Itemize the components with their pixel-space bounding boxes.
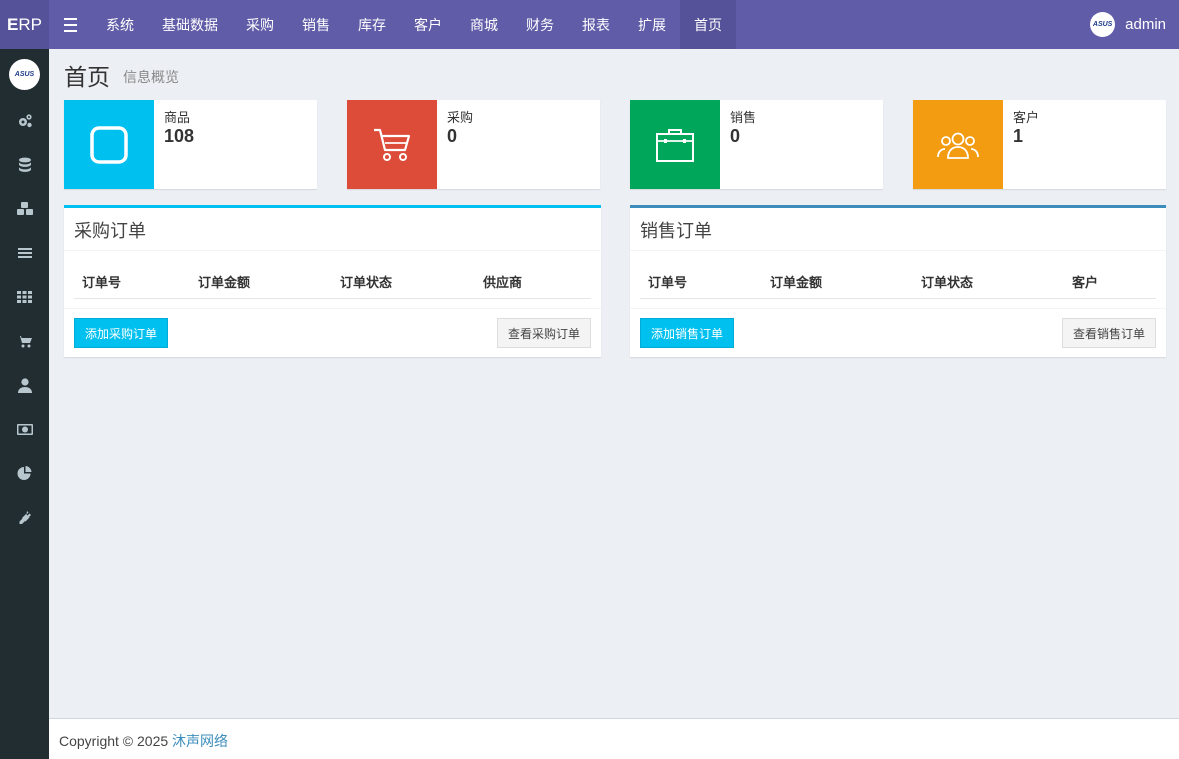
purchase-orders-panel: 采购订单 订单号 订单金额 订单状态 供应商 添加采购订单 查看采购订单 <box>64 205 601 357</box>
stat-label: 采购 <box>447 111 474 126</box>
asus-logo-icon: ASUS <box>1092 21 1113 28</box>
nav-item-finance[interactable]: 财务 <box>512 0 568 49</box>
table-header: 订单号 订单金额 订单状态 供应商 <box>74 268 591 299</box>
nav-item-base-data[interactable]: 基础数据 <box>148 0 232 49</box>
footer: Copyright © 2025 沐声网络 <box>49 718 1179 759</box>
sidebar: ASUS <box>0 49 49 759</box>
square-icon <box>64 100 154 189</box>
panel-title: 销售订单 <box>640 221 712 242</box>
user-menu[interactable]: ASUS admin <box>1090 0 1166 49</box>
cart-icon <box>347 100 437 189</box>
add-sales-order-button[interactable]: 添加销售订单 <box>640 318 735 348</box>
user-name: admin <box>1125 16 1166 33</box>
money-icon[interactable] <box>0 414 49 444</box>
stat-box-products: 商品 108 <box>64 100 317 189</box>
briefcase-icon <box>630 100 720 189</box>
nav-item-customer[interactable]: 客户 <box>400 0 456 49</box>
stat-label: 商品 <box>164 111 191 126</box>
sales-orders-panel: 销售订单 订单号 订单金额 订单状态 客户 添加销售订单 查看销售订单 <box>630 205 1166 357</box>
database-icon[interactable] <box>0 150 49 180</box>
users-icon <box>913 100 1003 189</box>
view-purchase-orders-button[interactable]: 查看采购订单 <box>496 318 591 348</box>
app-logo[interactable]: E RP <box>0 0 49 49</box>
stat-label: 客户 <box>1013 111 1040 126</box>
pie-chart-icon[interactable] <box>0 458 49 488</box>
page-subtitle: 信息概览 <box>123 70 179 86</box>
copyright: Copyright © 2025 沐声网络 <box>59 733 229 749</box>
add-purchase-order-button[interactable]: 添加采购订单 <box>74 318 169 348</box>
plug-icon[interactable] <box>0 502 49 532</box>
column-header: 订单号 <box>648 276 688 291</box>
cart-icon[interactable] <box>0 326 49 356</box>
column-header: 订单金额 <box>198 276 251 291</box>
table-header: 订单号 订单金额 订单状态 客户 <box>640 268 1156 299</box>
nav-item-mall[interactable]: 商城 <box>456 0 512 49</box>
page-title: 首页 <box>64 65 110 91</box>
list-icon[interactable] <box>0 238 49 268</box>
nav-item-inventory[interactable]: 库存 <box>344 0 400 49</box>
stat-value: 0 <box>730 126 741 146</box>
user-icon[interactable] <box>0 370 49 400</box>
nav-item-extensions[interactable]: 扩展 <box>624 0 680 49</box>
sidebar-avatar: ASUS <box>9 59 40 90</box>
asus-logo-icon: ASUS <box>14 71 35 78</box>
view-sales-orders-button[interactable]: 查看销售订单 <box>1061 318 1156 348</box>
column-header: 订单号 <box>82 276 122 291</box>
stat-value: 0 <box>447 126 458 146</box>
stat-box-purchase: 采购 0 <box>347 100 600 189</box>
column-header: 订单状态 <box>340 276 393 291</box>
stat-label: 销售 <box>730 111 757 126</box>
nav-item-reports[interactable]: 报表 <box>568 0 624 49</box>
company-link[interactable]: 沐声网络 <box>172 733 228 749</box>
column-header: 订单金额 <box>770 276 823 291</box>
hamburger-icon <box>63 16 77 34</box>
grid-icon[interactable] <box>0 282 49 312</box>
column-header: 客户 <box>1072 276 1099 291</box>
stat-value: 108 <box>164 126 195 146</box>
main-nav: 系统 基础数据 采购 销售 库存 客户 商城 财务 报表 扩展 首页 <box>92 0 736 49</box>
nav-item-sales[interactable]: 销售 <box>288 0 344 49</box>
nav-item-system[interactable]: 系统 <box>92 0 148 49</box>
stat-value: 1 <box>1013 126 1024 146</box>
stat-box-customers: 客户 1 <box>913 100 1166 189</box>
cubes-icon[interactable] <box>0 194 49 224</box>
main-content: 首页 信息概览 商品 108 采购 0 销售 0 客户 1 采购订单 订单号 订… <box>49 49 1179 718</box>
top-navbar: E RP 系统 基础数据 采购 销售 库存 客户 商城 财务 报表 扩展 首页 A… <box>0 0 1179 49</box>
user-avatar: ASUS <box>1090 12 1116 37</box>
nav-item-purchase[interactable]: 采购 <box>232 0 288 49</box>
nav-item-home[interactable]: 首页 <box>680 0 736 49</box>
column-header: 供应商 <box>483 276 523 291</box>
column-header: 订单状态 <box>921 276 974 291</box>
stat-box-sales: 销售 0 <box>630 100 883 189</box>
sidebar-toggle-button[interactable] <box>56 0 84 49</box>
panel-title: 采购订单 <box>74 221 146 242</box>
gears-icon[interactable] <box>0 106 49 136</box>
